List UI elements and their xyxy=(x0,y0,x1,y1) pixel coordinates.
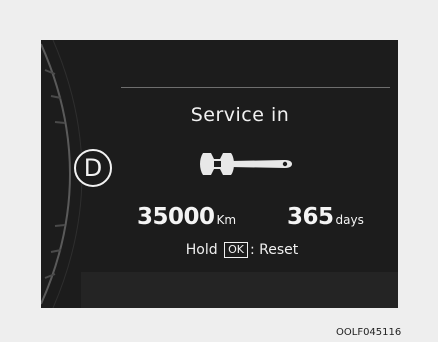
days-unit: days xyxy=(335,213,364,227)
divider-line xyxy=(121,87,390,88)
reset-instruction: Hold OK: Reset xyxy=(137,242,347,258)
distance-unit: Km xyxy=(216,213,237,227)
service-title: Service in xyxy=(190,104,290,126)
gear-indicator: D xyxy=(74,149,112,187)
distance-remaining: 35000 Km xyxy=(137,204,236,230)
wrench-icon xyxy=(200,153,292,175)
reset-hold-label: Hold xyxy=(185,242,218,258)
distance-value: 35000 xyxy=(137,204,215,230)
figure-caption: OOLF045116 xyxy=(336,327,402,338)
ok-key-badge: OK xyxy=(224,242,248,258)
page: D Service in 35000 Km 365 days Hold OK: Re… xyxy=(0,0,438,342)
bottom-band xyxy=(81,272,398,308)
reset-action-label: : Reset xyxy=(249,242,299,258)
days-remaining: 365 days xyxy=(287,204,364,230)
instrument-cluster-screen: D Service in 35000 Km 365 days Hold OK: Re… xyxy=(41,40,398,308)
days-value: 365 xyxy=(287,204,334,230)
